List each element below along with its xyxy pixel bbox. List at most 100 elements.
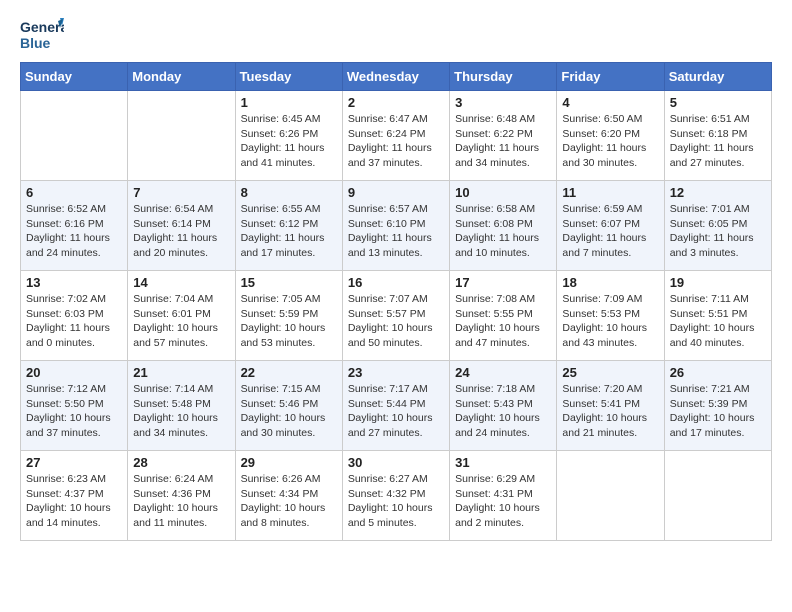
day-number: 14 (133, 275, 229, 290)
calendar-cell: 5Sunrise: 6:51 AM Sunset: 6:18 PM Daylig… (664, 91, 771, 181)
calendar-cell: 23Sunrise: 7:17 AM Sunset: 5:44 PM Dayli… (342, 361, 449, 451)
cell-content: Sunrise: 6:58 AM Sunset: 6:08 PM Dayligh… (455, 202, 551, 261)
calendar-cell: 6 Sunrise: 6:52 AM Sunset: 6:16 PM Daylig… (21, 181, 128, 271)
week-row-2: 6 Sunrise: 6:52 AM Sunset: 6:16 PM Daylig… (21, 181, 772, 271)
cell-content: Sunrise: 7:12 AM Sunset: 5:50 PM Dayligh… (26, 382, 122, 441)
day-number: 3 (455, 95, 551, 110)
calendar-cell: 8 Sunrise: 6:55 AM Sunset: 6:12 PM Daylig… (235, 181, 342, 271)
calendar-cell: 2 Sunrise: 6:47 AM Sunset: 6:24 PM Daylig… (342, 91, 449, 181)
calendar-cell: 25 Sunrise: 7:20 AM Sunset: 5:41 PM Dayli… (557, 361, 664, 451)
calendar-cell: 31 Sunrise: 6:29 AM Sunset: 4:31 PM Dayli… (450, 451, 557, 541)
calendar-cell: 12Sunrise: 7:01 AM Sunset: 6:05 PM Dayli… (664, 181, 771, 271)
day-number: 7 (133, 185, 229, 200)
cell-content: Sunrise: 6:29 AM Sunset: 4:31 PM Dayligh… (455, 472, 551, 531)
day-number: 16 (348, 275, 444, 290)
calendar-cell: 26 Sunrise: 7:21 AM Sunset: 5:39 PM Dayli… (664, 361, 771, 451)
calendar-cell (21, 91, 128, 181)
calendar-cell: 9 Sunrise: 6:57 AM Sunset: 6:10 PM Daylig… (342, 181, 449, 271)
weekday-header-wednesday: Wednesday (342, 63, 449, 91)
cell-content: Sunrise: 7:21 AM Sunset: 5:39 PM Dayligh… (670, 382, 766, 441)
day-number: 20 (26, 365, 122, 380)
day-number: 15 (241, 275, 337, 290)
calendar-cell: 27 Sunrise: 6:23 AM Sunset: 4:37 PM Dayli… (21, 451, 128, 541)
day-number: 31 (455, 455, 551, 470)
calendar-cell: 11 Sunrise: 6:59 AM Sunset: 6:07 PM Dayli… (557, 181, 664, 271)
day-number: 8 (241, 185, 337, 200)
cell-content: Sunrise: 6:59 AM Sunset: 6:07 PM Dayligh… (562, 202, 658, 261)
day-number: 2 (348, 95, 444, 110)
cell-content: Sunrise: 6:57 AM Sunset: 6:10 PM Dayligh… (348, 202, 444, 261)
cell-content: Sunrise: 7:18 AM Sunset: 5:43 PM Dayligh… (455, 382, 551, 441)
cell-content: Sunrise: 6:55 AM Sunset: 6:12 PM Dayligh… (241, 202, 337, 261)
weekday-header-monday: Monday (128, 63, 235, 91)
day-number: 24 (455, 365, 551, 380)
calendar-cell: 30 Sunrise: 6:27 AM Sunset: 4:32 PM Dayli… (342, 451, 449, 541)
calendar-cell: 10 Sunrise: 6:58 AM Sunset: 6:08 PM Dayli… (450, 181, 557, 271)
cell-content: Sunrise: 6:54 AM Sunset: 6:14 PM Dayligh… (133, 202, 229, 261)
calendar-cell: 21Sunrise: 7:14 AM Sunset: 5:48 PM Dayli… (128, 361, 235, 451)
calendar-cell: 18 Sunrise: 7:09 AM Sunset: 5:53 PM Dayli… (557, 271, 664, 361)
day-number: 26 (670, 365, 766, 380)
calendar-cell: 4 Sunrise: 6:50 AM Sunset: 6:20 PM Daylig… (557, 91, 664, 181)
day-number: 13 (26, 275, 122, 290)
calendar-cell: 16Sunrise: 7:07 AM Sunset: 5:57 PM Dayli… (342, 271, 449, 361)
cell-content: Sunrise: 6:24 AM Sunset: 4:36 PM Dayligh… (133, 472, 229, 531)
calendar-cell: 3Sunrise: 6:48 AM Sunset: 6:22 PM Daylig… (450, 91, 557, 181)
calendar-cell: 13Sunrise: 7:02 AM Sunset: 6:03 PM Dayli… (21, 271, 128, 361)
day-number: 27 (26, 455, 122, 470)
cell-content: Sunrise: 7:15 AM Sunset: 5:46 PM Dayligh… (241, 382, 337, 441)
calendar-cell (557, 451, 664, 541)
cell-content: Sunrise: 6:52 AM Sunset: 6:16 PM Dayligh… (26, 202, 122, 261)
cell-content: Sunrise: 6:51 AM Sunset: 6:18 PM Dayligh… (670, 112, 766, 171)
day-number: 9 (348, 185, 444, 200)
cell-content: Sunrise: 7:17 AM Sunset: 5:44 PM Dayligh… (348, 382, 444, 441)
cell-content: Sunrise: 7:09 AM Sunset: 5:53 PM Dayligh… (562, 292, 658, 351)
week-row-4: 20 Sunrise: 7:12 AM Sunset: 5:50 PM Dayli… (21, 361, 772, 451)
day-number: 11 (562, 185, 658, 200)
calendar-cell: 19 Sunrise: 7:11 AM Sunset: 5:51 PM Dayli… (664, 271, 771, 361)
day-number: 22 (241, 365, 337, 380)
day-number: 6 (26, 185, 122, 200)
calendar-cell: 1Sunrise: 6:45 AM Sunset: 6:26 PM Daylig… (235, 91, 342, 181)
day-number: 21 (133, 365, 229, 380)
cell-content: Sunrise: 6:27 AM Sunset: 4:32 PM Dayligh… (348, 472, 444, 531)
cell-content: Sunrise: 7:05 AM Sunset: 5:59 PM Dayligh… (241, 292, 337, 351)
day-number: 4 (562, 95, 658, 110)
cell-content: Sunrise: 6:47 AM Sunset: 6:24 PM Dayligh… (348, 112, 444, 171)
cell-content: Sunrise: 6:50 AM Sunset: 6:20 PM Dayligh… (562, 112, 658, 171)
cell-content: Sunrise: 7:04 AM Sunset: 6:01 PM Dayligh… (133, 292, 229, 351)
weekday-header-thursday: Thursday (450, 63, 557, 91)
calendar-cell (128, 91, 235, 181)
week-row-1: 1Sunrise: 6:45 AM Sunset: 6:26 PM Daylig… (21, 91, 772, 181)
calendar-cell: 7 Sunrise: 6:54 AM Sunset: 6:14 PM Daylig… (128, 181, 235, 271)
logo: General Blue (20, 16, 64, 54)
calendar-cell: 14 Sunrise: 7:04 AM Sunset: 6:01 PM Dayli… (128, 271, 235, 361)
calendar-cell: 17 Sunrise: 7:08 AM Sunset: 5:55 PM Dayli… (450, 271, 557, 361)
day-number: 10 (455, 185, 551, 200)
week-row-3: 13Sunrise: 7:02 AM Sunset: 6:03 PM Dayli… (21, 271, 772, 361)
header: General Blue (20, 16, 772, 54)
calendar-cell: 28Sunrise: 6:24 AM Sunset: 4:36 PM Dayli… (128, 451, 235, 541)
day-number: 19 (670, 275, 766, 290)
weekday-header-tuesday: Tuesday (235, 63, 342, 91)
cell-content: Sunrise: 6:23 AM Sunset: 4:37 PM Dayligh… (26, 472, 122, 531)
logo-bird-icon: General Blue (20, 16, 64, 54)
day-number: 29 (241, 455, 337, 470)
cell-content: Sunrise: 6:45 AM Sunset: 6:26 PM Dayligh… (241, 112, 337, 171)
calendar-table: SundayMondayTuesdayWednesdayThursdayFrid… (20, 62, 772, 541)
calendar-cell: 24 Sunrise: 7:18 AM Sunset: 5:43 PM Dayli… (450, 361, 557, 451)
cell-content: Sunrise: 7:08 AM Sunset: 5:55 PM Dayligh… (455, 292, 551, 351)
svg-text:Blue: Blue (20, 35, 51, 51)
calendar-cell: 22 Sunrise: 7:15 AM Sunset: 5:46 PM Dayli… (235, 361, 342, 451)
weekday-header-sunday: Sunday (21, 63, 128, 91)
day-number: 25 (562, 365, 658, 380)
day-number: 12 (670, 185, 766, 200)
day-number: 17 (455, 275, 551, 290)
calendar-cell (664, 451, 771, 541)
cell-content: Sunrise: 7:20 AM Sunset: 5:41 PM Dayligh… (562, 382, 658, 441)
week-row-5: 27 Sunrise: 6:23 AM Sunset: 4:37 PM Dayli… (21, 451, 772, 541)
day-number: 18 (562, 275, 658, 290)
cell-content: Sunrise: 7:11 AM Sunset: 5:51 PM Dayligh… (670, 292, 766, 351)
cell-content: Sunrise: 6:26 AM Sunset: 4:34 PM Dayligh… (241, 472, 337, 531)
day-number: 30 (348, 455, 444, 470)
